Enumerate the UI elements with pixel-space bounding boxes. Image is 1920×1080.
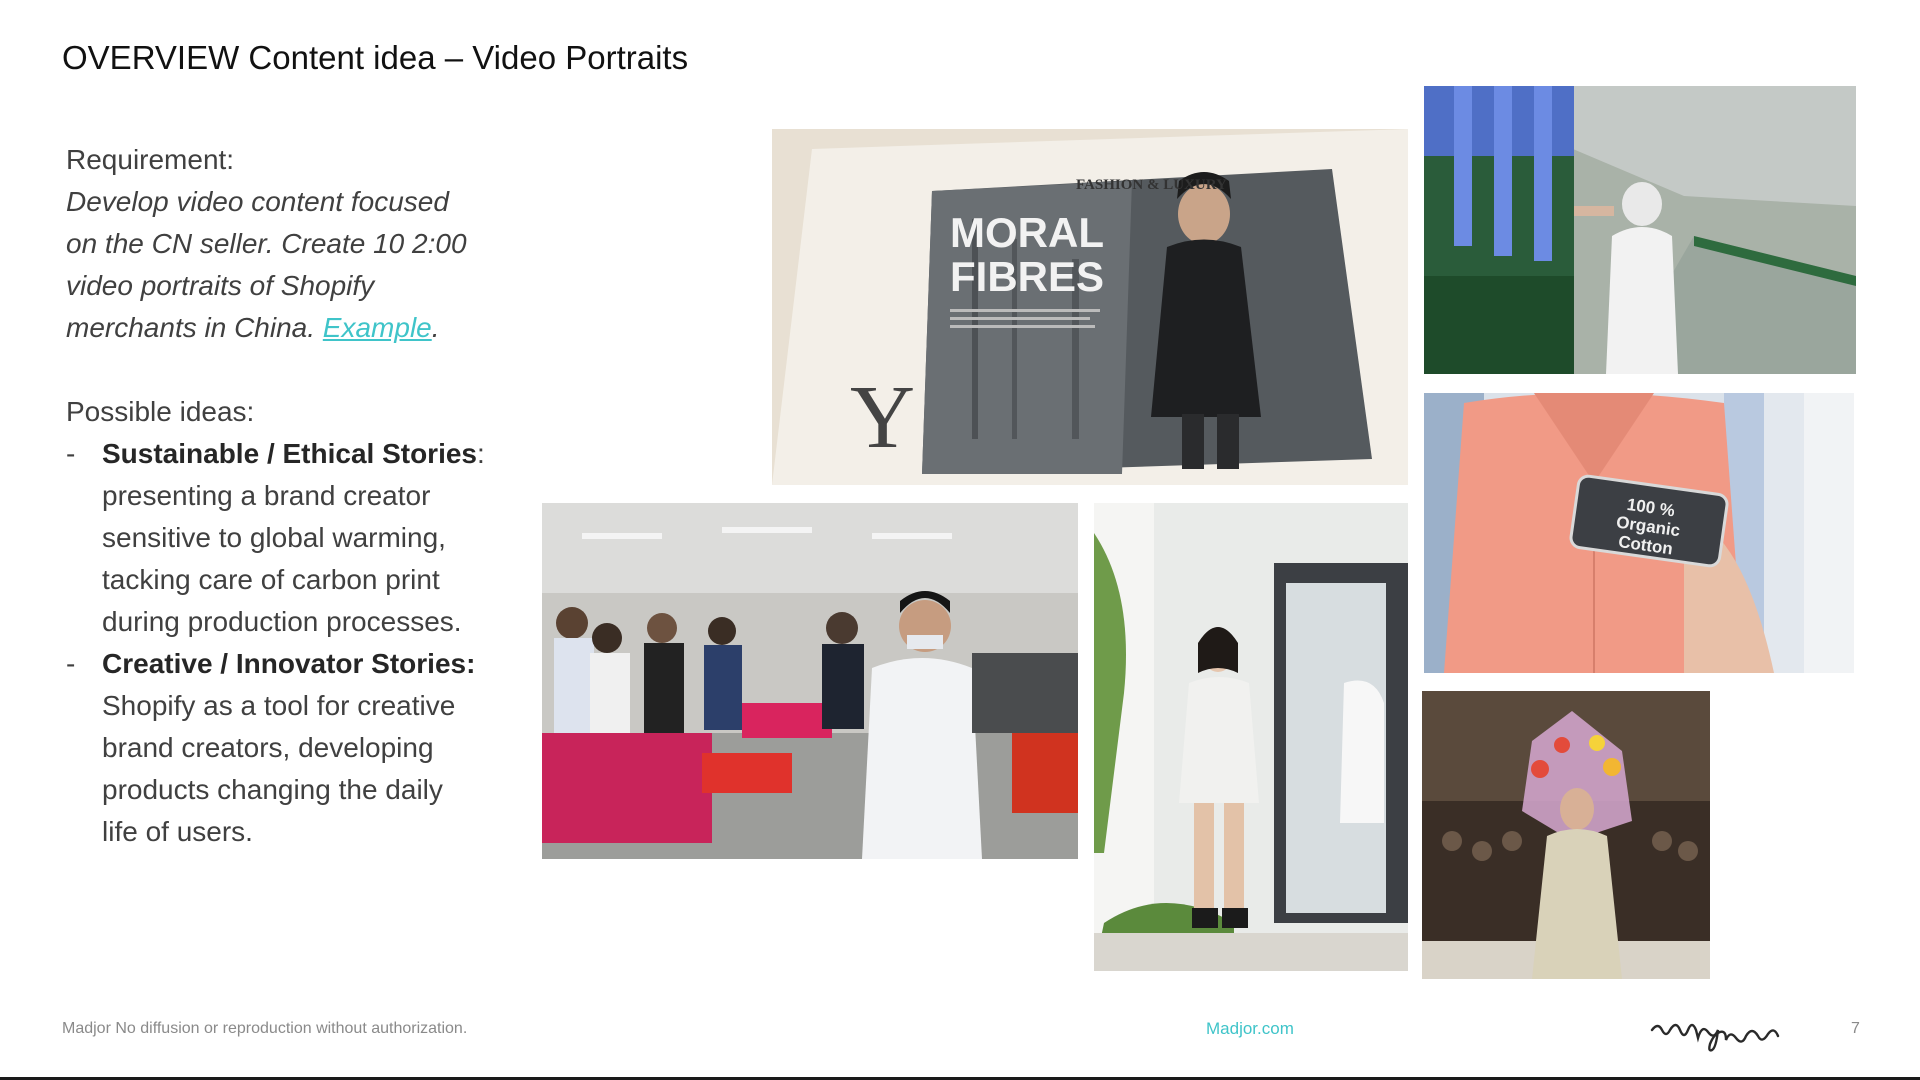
bullet-dash: - [66,438,76,469]
page-number: 7 [1851,1020,1860,1037]
organic-cotton-photo: 100 % Organic Cotton [1424,393,1854,673]
idea-heading: Sustainable / Ethical Stories [102,438,478,469]
runway-photo [1422,691,1710,979]
example-period: . [431,312,440,343]
content-text-block: Requirement: Develop video content focus… [66,139,486,853]
fashion-model-photo [1094,503,1408,971]
list-item: - Sustainable / Ethical Stories: presenti… [66,433,486,643]
idea-heading: Creative / Innovator Stories: [102,648,476,679]
requirement-label: Requirement: [66,144,235,175]
newspaper-dropcap: Y [850,368,915,467]
newspaper-headline-1: MORAL [950,209,1104,256]
garment-factory-photo [542,503,1078,859]
footer-site-link[interactable]: Madjor.com [1206,1019,1294,1039]
example-link[interactable]: Example [323,312,432,343]
page-title: OVERVIEW Content idea – Video Portraits [62,39,689,76]
idea-text: Shopify as a tool for creative brand cre… [102,690,456,847]
ideas-label: Possible ideas: [66,396,255,427]
list-item: - Creative / Innovator Stories: Shopify a… [66,643,486,853]
brand-logo [1650,1008,1830,1054]
bullet-dash: - [66,648,76,679]
footer-disclaimer: Madjor No diffusion or reproduction with… [62,1020,468,1037]
newspaper-headline-2: FIBRES [950,253,1104,300]
requirement-text: Develop video content focused on the CN … [66,181,486,349]
newspaper-photo: FASHION & LUXURY MORAL FIBRES Y [772,129,1408,485]
ideas-list: - Sustainable / Ethical Stories: presenti… [66,433,486,853]
spinning-factory-photo [1424,86,1856,374]
newspaper-section-label: FASHION & LUXURY [1076,177,1227,193]
